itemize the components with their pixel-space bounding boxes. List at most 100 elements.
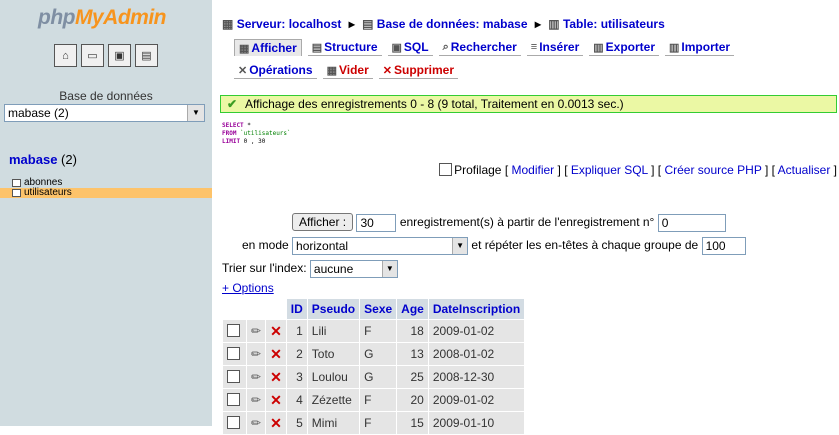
- row-checkbox[interactable]: [227, 347, 240, 360]
- database-label: Base de données: [59, 89, 153, 103]
- database-select[interactable]: mabase (2) ▼: [4, 104, 205, 122]
- logo-part2: MyAdmin: [74, 6, 167, 29]
- pencil-icon[interactable]: ✏: [251, 416, 261, 430]
- edit-cell[interactable]: ✏: [247, 389, 266, 411]
- show-button[interactable]: Afficher :: [292, 213, 354, 231]
- delete-icon[interactable]: ✕: [270, 323, 282, 339]
- row-checkbox[interactable]: [227, 324, 240, 337]
- row-checkbox-cell[interactable]: [223, 389, 246, 411]
- breadcrumb-server[interactable]: Serveur: localhost: [237, 17, 342, 31]
- navigation-row: Afficher : 30 enregistrement(s) à partir…: [292, 213, 726, 232]
- chevron-down-icon[interactable]: ▼: [452, 238, 468, 254]
- delete-cell[interactable]: ✕: [266, 366, 286, 388]
- sql-icon[interactable]: ▭: [81, 44, 104, 67]
- tab-empty[interactable]: ▦ Vider: [322, 62, 373, 79]
- repeat-input[interactable]: 100: [701, 237, 746, 255]
- cell-date: 2008-12-30: [428, 366, 525, 388]
- cell-id: 4: [286, 389, 307, 411]
- sql-keyword: LIMIT: [222, 138, 241, 145]
- column-header[interactable]: Age: [397, 299, 428, 319]
- delete-cell[interactable]: ✕: [266, 343, 286, 365]
- cell-date: 2009-01-10: [428, 412, 525, 434]
- cell-sexe: F: [360, 412, 397, 434]
- home-icon[interactable]: ⌂: [54, 44, 77, 67]
- tab-search[interactable]: ⌕ Rechercher: [438, 39, 521, 56]
- edit-cell[interactable]: ✏: [247, 366, 266, 388]
- options-link[interactable]: + Options: [222, 281, 274, 295]
- table-row: ✏ ✕ 3 Loulou G 25 2008-12-30: [223, 366, 525, 388]
- tab-structure[interactable]: ▤ Structure: [307, 39, 382, 56]
- edit-cell[interactable]: ✏: [247, 412, 266, 434]
- delete-cell[interactable]: ✕: [266, 412, 286, 434]
- row-checkbox[interactable]: [227, 416, 240, 429]
- cell-sexe: F: [360, 389, 397, 411]
- cell-id: 2: [286, 343, 307, 365]
- edit-cell[interactable]: ✏: [247, 343, 266, 365]
- mode-select[interactable]: horizontal ▼: [292, 237, 469, 255]
- docs-icon[interactable]: ▤: [135, 44, 158, 67]
- query-window-icon[interactable]: ▣: [108, 44, 131, 67]
- row-checkbox-cell[interactable]: [223, 412, 246, 434]
- column-header[interactable]: Sexe: [360, 299, 397, 319]
- delete-cell[interactable]: ✕: [266, 320, 286, 342]
- database-icon: ▤: [362, 17, 374, 31]
- table-count: (2): [61, 152, 77, 167]
- breadcrumb-database[interactable]: Base de données: mabase: [377, 17, 528, 31]
- tab-import[interactable]: ▥ Importer: [665, 39, 735, 56]
- row-checkbox-cell[interactable]: [223, 343, 246, 365]
- pencil-icon[interactable]: ✏: [251, 347, 261, 361]
- tab-browse[interactable]: ▦ Afficher: [234, 39, 302, 56]
- delete-cell[interactable]: ✕: [266, 389, 286, 411]
- tab-label: Vider: [338, 63, 369, 77]
- create-php-link[interactable]: Créer source PHP: [664, 163, 761, 177]
- chevron-down-icon[interactable]: ▼: [187, 105, 204, 121]
- tab-row-1: ▦ Afficher ▤ Structure ▣ SQL ⌕ Rechercher ≡ I…: [234, 39, 735, 56]
- column-header[interactable]: DateInscription: [428, 299, 525, 319]
- column-header[interactable]: Pseudo: [307, 299, 360, 319]
- table-item-utilisateurs[interactable]: utilisateurs: [0, 188, 212, 198]
- delete-icon[interactable]: ✕: [270, 415, 282, 431]
- database-name[interactable]: mabase: [9, 152, 57, 167]
- table-icon[interactable]: [12, 189, 21, 197]
- profiling-checkbox[interactable]: [439, 163, 453, 176]
- chevron-down-icon[interactable]: ▼: [381, 261, 397, 277]
- table-list: abonnes utilisateurs: [0, 178, 212, 198]
- refresh-link[interactable]: Actualiser: [778, 163, 831, 177]
- phpmyadmin-logo[interactable]: phpMyAdmin: [38, 6, 166, 30]
- tab-sql[interactable]: ▣ SQL: [387, 39, 433, 56]
- rows-input[interactable]: 30: [356, 213, 397, 232]
- sort-value: aucune: [313, 262, 354, 276]
- modify-link[interactable]: Modifier: [512, 163, 555, 177]
- tab-operations[interactable]: ✕ Opérations: [234, 62, 317, 79]
- delete-icon[interactable]: ✕: [270, 369, 282, 385]
- sort-select[interactable]: aucune ▼: [309, 260, 398, 278]
- cell-age: 18: [397, 320, 428, 342]
- mode-value: horizontal: [296, 239, 349, 253]
- tab-insert[interactable]: ≡ Insérer: [526, 39, 584, 56]
- pencil-icon[interactable]: ✏: [251, 324, 261, 338]
- tab-drop[interactable]: ✕ Supprimer: [378, 62, 459, 79]
- delete-icon[interactable]: ✕: [270, 392, 282, 408]
- table-item-label[interactable]: utilisateurs: [24, 188, 72, 198]
- cell-date: 2009-01-02: [428, 320, 525, 342]
- pencil-icon[interactable]: ✏: [251, 370, 261, 384]
- edit-cell[interactable]: ✏: [247, 320, 266, 342]
- row-checkbox-cell[interactable]: [223, 366, 246, 388]
- options-toggle[interactable]: + Options: [222, 281, 274, 295]
- cell-date: 2008-01-02: [428, 343, 525, 365]
- cell-pseudo: Toto: [307, 343, 360, 365]
- insert-icon: ≡: [530, 41, 538, 53]
- database-title[interactable]: mabase (2): [9, 152, 77, 167]
- delete-icon[interactable]: ✕: [270, 346, 282, 362]
- column-header[interactable]: ID: [286, 299, 307, 319]
- pencil-icon[interactable]: ✏: [251, 393, 261, 407]
- explain-sql-link[interactable]: Expliquer SQL: [571, 163, 648, 177]
- row-checkbox[interactable]: [227, 393, 240, 406]
- breadcrumb-table[interactable]: Table: utilisateurs: [563, 17, 665, 31]
- tab-label: Supprimer: [394, 63, 455, 77]
- tab-export[interactable]: ▥ Exporter: [589, 39, 660, 56]
- start-input[interactable]: 0: [657, 213, 726, 232]
- table-icon[interactable]: [12, 179, 21, 187]
- row-checkbox[interactable]: [227, 370, 240, 383]
- row-checkbox-cell[interactable]: [223, 320, 246, 342]
